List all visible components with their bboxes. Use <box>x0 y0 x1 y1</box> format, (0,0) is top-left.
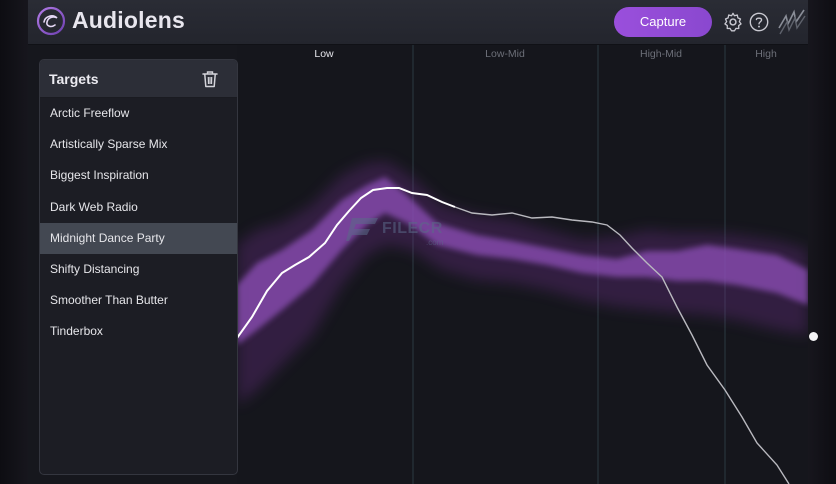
watermark: FILECR .com <box>346 214 466 250</box>
app-window: Audiolens Capture Low Low-Mid High-Mid H… <box>0 0 836 484</box>
target-item-arctic-freeflow[interactable]: Arctic Freeflow <box>40 98 237 129</box>
target-item-midnight-dance-party[interactable]: Midnight Dance Party <box>40 222 237 254</box>
window-edge-left <box>0 0 28 484</box>
frequency-plot[interactable] <box>237 45 808 484</box>
target-item-shifty-distancing[interactable]: Shifty Distancing <box>40 254 237 285</box>
targets-title: Targets <box>49 71 99 87</box>
help-icon[interactable] <box>748 11 770 33</box>
targets-header: Targets <box>40 60 237 98</box>
target-item-biggest-inspiration[interactable]: Biggest Inspiration <box>40 160 237 191</box>
watermark-logo-icon <box>346 218 378 241</box>
watermark-text: FILECR <box>382 220 443 237</box>
target-item-artistically-sparse-mix[interactable]: Artistically Sparse Mix <box>40 129 237 160</box>
level-handle[interactable] <box>809 332 818 341</box>
trash-icon[interactable] <box>200 69 220 89</box>
header-bar: Audiolens Capture <box>28 0 808 45</box>
izotope-brand-icon <box>778 9 806 35</box>
band-label-high[interactable]: High <box>755 48 777 60</box>
target-list: Arctic Freeflow Artistically Sparse Mix … <box>40 98 237 348</box>
band-labels: Low Low-Mid High-Mid High <box>237 48 808 64</box>
target-item-tinderbox[interactable]: Tinderbox <box>40 316 237 347</box>
app-title: Audiolens <box>72 7 185 33</box>
targets-panel: Targets Arctic Freeflow Artistically Spa… <box>39 59 238 475</box>
spectrum-graph <box>237 45 808 484</box>
audiolens-logo-icon <box>36 6 66 36</box>
capture-button[interactable]: Capture <box>614 7 712 37</box>
band-label-low-mid[interactable]: Low-Mid <box>485 48 525 60</box>
watermark-subtext: .com <box>426 238 444 247</box>
band-label-low[interactable]: Low <box>314 48 333 60</box>
target-item-smoother-than-butter[interactable]: Smoother Than Butter <box>40 285 237 316</box>
gear-icon[interactable] <box>722 11 744 33</box>
target-item-dark-web-radio[interactable]: Dark Web Radio <box>40 192 237 223</box>
window-edge-right <box>808 0 836 484</box>
band-label-high-mid[interactable]: High-Mid <box>640 48 682 60</box>
